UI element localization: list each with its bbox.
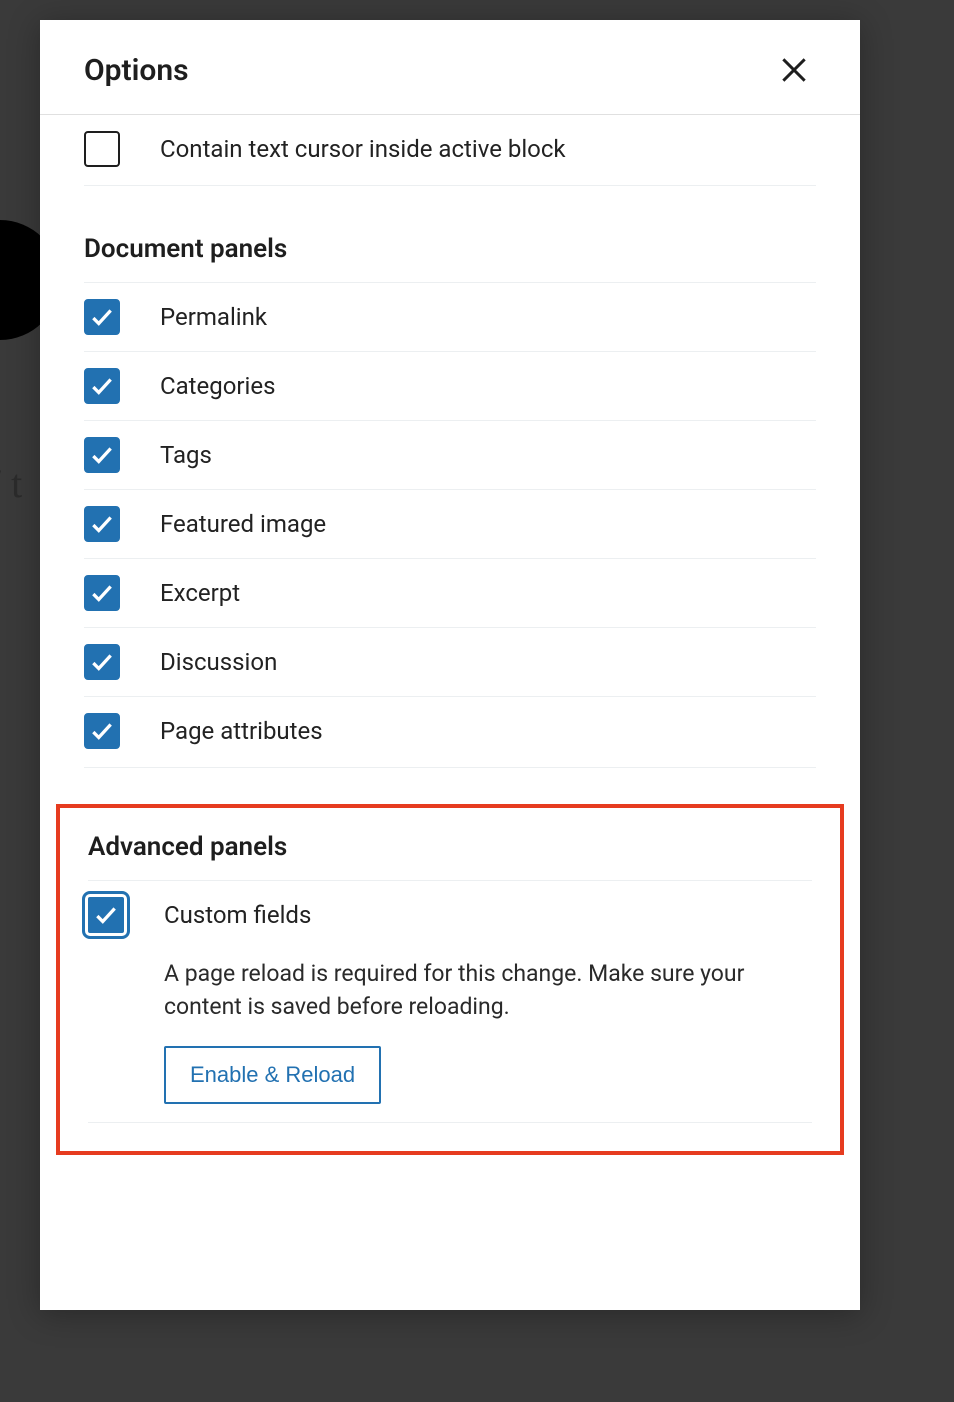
option-row-permalink: Permalink	[84, 282, 816, 351]
option-label: Contain text cursor inside active block	[160, 135, 566, 163]
options-modal: Options Contain text cursor inside activ…	[40, 20, 860, 1310]
option-row-page-attributes: Page attributes	[84, 696, 816, 768]
option-row-discussion: Discussion	[84, 627, 816, 696]
option-label: Page attributes	[160, 717, 323, 745]
checkbox-excerpt[interactable]	[84, 575, 120, 611]
close-icon	[778, 54, 810, 86]
custom-fields-description: A page reload is required for this chang…	[164, 957, 812, 1024]
custom-fields-details: A page reload is required for this chang…	[88, 957, 812, 1123]
option-label: Excerpt	[160, 579, 240, 607]
advanced-panels-highlight: Advanced panels Custom fields A page rel…	[56, 804, 844, 1155]
modal-header: Options	[40, 20, 860, 115]
option-row-excerpt: Excerpt	[84, 558, 816, 627]
section-heading-advanced-panels: Advanced panels	[88, 808, 812, 880]
modal-title: Options	[84, 53, 189, 88]
checkbox-page-attributes[interactable]	[84, 713, 120, 749]
top-options-section: Contain text cursor inside active block	[40, 115, 860, 186]
checkbox-tags[interactable]	[84, 437, 120, 473]
option-row-custom-fields: Custom fields	[88, 880, 812, 949]
option-label: Custom fields	[164, 901, 311, 929]
checkbox-discussion[interactable]	[84, 644, 120, 680]
checkbox-featured-image[interactable]	[84, 506, 120, 542]
document-panels-section: Document panels Permalink Categories Tag…	[40, 186, 860, 768]
option-row-tags: Tags	[84, 420, 816, 489]
option-label: Permalink	[160, 303, 267, 331]
option-row-contain-cursor: Contain text cursor inside active block	[84, 115, 816, 186]
close-button[interactable]	[772, 48, 816, 92]
background-text-fragment: / t	[0, 460, 22, 507]
option-label: Featured image	[160, 510, 326, 538]
section-heading-document-panels: Document panels	[84, 186, 816, 282]
checkbox-custom-fields[interactable]	[88, 897, 124, 933]
option-row-featured-image: Featured image	[84, 489, 816, 558]
option-label: Discussion	[160, 648, 277, 676]
checkbox-permalink[interactable]	[84, 299, 120, 335]
option-label: Categories	[160, 372, 276, 400]
option-label: Tags	[160, 441, 212, 469]
option-row-categories: Categories	[84, 351, 816, 420]
enable-reload-button[interactable]: Enable & Reload	[164, 1046, 381, 1104]
checkbox-categories[interactable]	[84, 368, 120, 404]
checkbox-contain-cursor[interactable]	[84, 131, 120, 167]
